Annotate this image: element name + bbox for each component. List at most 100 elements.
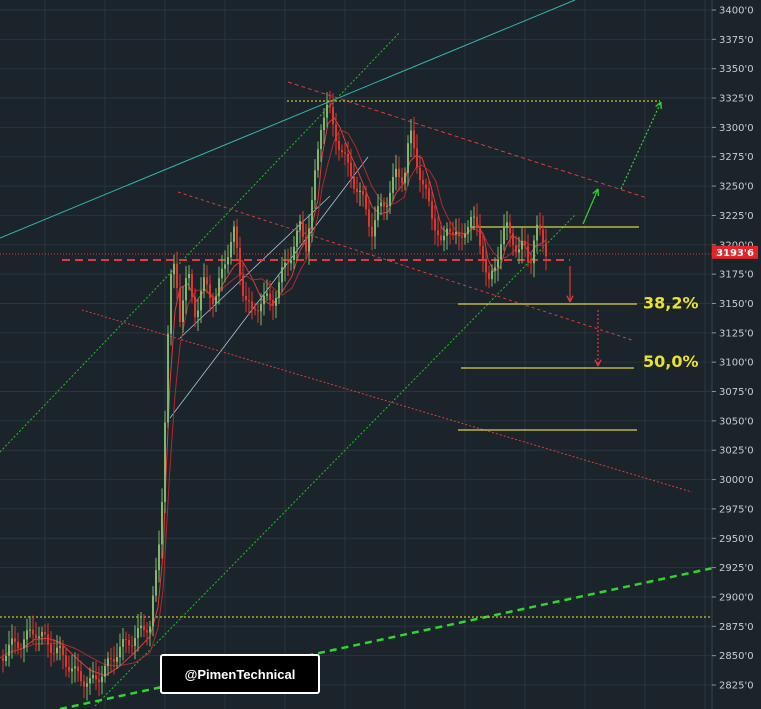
candle-body — [206, 277, 208, 285]
candle-body — [11, 638, 13, 645]
candle-body — [122, 639, 124, 647]
candle-body — [344, 152, 346, 154]
candle-body — [125, 639, 127, 641]
long-term-support — [59, 566, 714, 709]
candle-body — [41, 632, 43, 637]
candle-body — [113, 659, 115, 662]
candle-body — [308, 228, 310, 252]
candle-body — [290, 260, 292, 264]
candle-body — [230, 241, 232, 258]
price-axis: 2825'0 2850'0 2875'0 2900'0 2925'0 2950'0 2975… — [711, 0, 754, 709]
candle-body — [404, 172, 406, 184]
candle-body — [470, 216, 472, 228]
candle-body — [227, 257, 229, 265]
candle-body — [494, 267, 496, 271]
candle-body — [326, 104, 328, 118]
candle-body — [365, 194, 367, 210]
candle-body — [53, 652, 55, 654]
candle-body — [545, 242, 547, 257]
candle-body — [47, 634, 49, 645]
tick-label: 2975'0 — [719, 504, 754, 515]
candle-body — [341, 149, 343, 153]
candle-body — [383, 202, 385, 207]
candle-body — [461, 236, 463, 238]
candle-body — [98, 679, 100, 683]
candle-body — [491, 270, 493, 280]
candle-body — [371, 226, 373, 237]
candle-body — [284, 262, 286, 268]
candle-body — [272, 300, 274, 306]
candle-body — [83, 681, 85, 687]
tick-label: 3075'0 — [719, 387, 754, 398]
up-arrow-target — [620, 101, 662, 190]
candle-body — [74, 666, 76, 669]
candle-body — [20, 648, 22, 650]
candle-body — [287, 262, 289, 264]
candle-body — [533, 240, 535, 264]
candle-body — [86, 683, 88, 687]
candle-body — [170, 274, 172, 334]
candle-body — [146, 630, 148, 633]
candle-body — [293, 246, 295, 261]
candle-body — [323, 117, 325, 131]
candle-body — [239, 247, 241, 276]
candle-body — [449, 228, 451, 233]
candle-body — [539, 224, 541, 230]
candle-body — [353, 176, 355, 189]
candle-body — [140, 625, 142, 629]
candle-body — [296, 230, 298, 247]
watermark: @PimenTechnical — [160, 654, 320, 694]
candle-body — [152, 595, 154, 627]
candle-body — [482, 245, 484, 260]
candle-body — [347, 153, 349, 163]
candle-body — [254, 308, 256, 311]
candle-body — [164, 422, 166, 503]
candle-body — [350, 162, 352, 177]
candle-body — [413, 130, 415, 149]
candle-body — [17, 641, 19, 649]
candle-body — [434, 218, 436, 231]
candle-body — [38, 636, 40, 638]
candle-body — [155, 570, 157, 596]
candle-body — [455, 232, 457, 234]
tick-label: 3225'0 — [719, 211, 754, 222]
candle-body — [356, 188, 358, 193]
candle-body — [224, 264, 226, 269]
candle-body — [134, 638, 136, 647]
tick-label: 3050'0 — [719, 416, 754, 427]
candle-body — [194, 296, 196, 318]
tick-label: 3125'0 — [719, 328, 754, 339]
candle-body — [32, 629, 34, 635]
candle-body — [215, 296, 217, 304]
candle-body — [428, 188, 430, 202]
candle-body — [179, 288, 181, 322]
inner-channel-lower — [179, 195, 331, 339]
green-channel-upper — [0, 31, 401, 453]
candle-body — [188, 273, 190, 279]
tick-label: 2950'0 — [719, 534, 754, 545]
candle-body — [2, 658, 4, 661]
candle-body — [185, 278, 187, 301]
candle-body — [95, 675, 97, 680]
candle-body — [488, 272, 490, 280]
candle-body — [410, 130, 412, 144]
candle-body — [509, 222, 511, 234]
candle-body — [245, 295, 247, 301]
candle-body — [467, 227, 469, 234]
candle-body — [320, 130, 322, 150]
chart-grid — [0, 0, 712, 709]
tick-label: 3150'0 — [719, 299, 754, 310]
tick-label: 3350'0 — [719, 64, 754, 75]
candle-body — [338, 140, 340, 150]
candle-body — [257, 310, 259, 312]
candle-body — [92, 675, 94, 679]
candle-body — [479, 228, 481, 246]
candle-body — [431, 201, 433, 219]
candle-body — [62, 646, 64, 656]
candle-body — [332, 106, 334, 125]
current-price-tag: 3193'6 — [712, 245, 758, 259]
candle-body — [440, 235, 442, 241]
candle-body — [362, 190, 364, 195]
candle-body — [359, 190, 361, 193]
candle-body — [107, 658, 109, 666]
